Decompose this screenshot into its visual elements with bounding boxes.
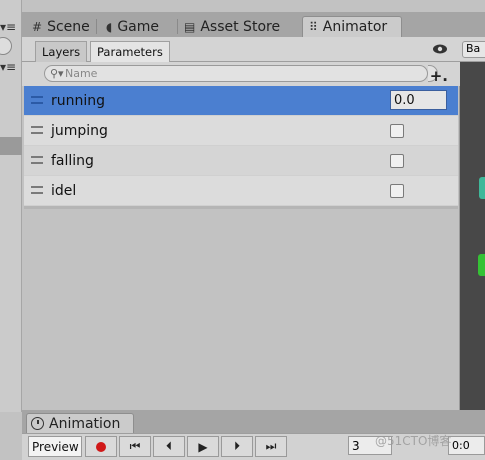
step-back-icon: ⏴ bbox=[165, 439, 172, 453]
play-icon: ▶ bbox=[198, 439, 208, 454]
parameter-name[interactable]: idel bbox=[51, 183, 76, 199]
first-keyframe-button[interactable]: ⏮ bbox=[119, 436, 151, 457]
tab-label: Scene bbox=[47, 18, 90, 35]
animation-tab-bar: Animation bbox=[22, 410, 485, 433]
pacman-icon: ◖ bbox=[106, 19, 113, 34]
next-keyframe-button[interactable]: ⏵ bbox=[221, 436, 253, 457]
editor-tab-bar: # Scene ◖ Game ▤ Asset Store ⠿ Animator bbox=[22, 12, 485, 37]
tab-scene[interactable]: # Scene bbox=[26, 16, 96, 37]
tab-animator[interactable]: ⠿ Animator bbox=[302, 16, 402, 37]
add-parameter-button[interactable]: +. bbox=[430, 67, 448, 85]
search-row: ⚲▾ Name +. bbox=[22, 62, 460, 86]
list-item[interactable]: idel bbox=[24, 176, 458, 206]
parameter-name[interactable]: jumping bbox=[51, 123, 108, 139]
tab-animation[interactable]: Animation bbox=[26, 413, 134, 433]
preview-button[interactable]: Preview bbox=[28, 436, 82, 457]
search-placeholder: Name bbox=[65, 67, 98, 80]
animator-icon: ⠿ bbox=[309, 20, 318, 34]
drag-handle-icon[interactable] bbox=[31, 96, 43, 104]
tab-parameters[interactable]: Parameters bbox=[90, 41, 170, 62]
tab-label: Animation bbox=[49, 415, 121, 432]
record-icon bbox=[96, 441, 106, 452]
step-forward-icon: ⏵ bbox=[233, 439, 240, 453]
menu-icon[interactable]: ▾≡ bbox=[0, 20, 16, 34]
bool-checkbox[interactable] bbox=[390, 184, 404, 198]
animator-parameters-panel: Layers Parameters ⚲▾ Name +. running 0.0… bbox=[22, 37, 460, 410]
tab-layers[interactable]: Layers bbox=[35, 41, 88, 62]
prev-keyframe-button[interactable]: ⏴ bbox=[153, 436, 185, 457]
preview-label: Preview bbox=[32, 439, 79, 454]
tab-asset-store[interactable]: ▤ Asset Store bbox=[178, 16, 286, 37]
list-item[interactable]: running 0.0 bbox=[24, 86, 458, 116]
drag-handle-icon[interactable] bbox=[31, 156, 43, 164]
state-node[interactable] bbox=[479, 177, 485, 199]
skip-end-icon: ⏭ bbox=[265, 439, 277, 453]
list-item[interactable]: jumping bbox=[24, 116, 458, 146]
last-keyframe-button[interactable]: ⏭ bbox=[255, 436, 287, 457]
clock-icon bbox=[31, 417, 44, 430]
drag-handle-icon[interactable] bbox=[31, 186, 43, 194]
parameter-list: running 0.0 jumping falling idel bbox=[24, 86, 458, 206]
skip-start-icon: ⏮ bbox=[129, 439, 141, 453]
breadcrumb[interactable]: Ba bbox=[462, 41, 485, 58]
drag-handle-icon[interactable] bbox=[31, 126, 43, 134]
tab-game[interactable]: ◖ Game bbox=[100, 16, 165, 37]
tab-label: Game bbox=[117, 18, 160, 35]
hierarchy-edge: ▾≡ ▾≡ bbox=[0, 0, 22, 412]
bool-checkbox[interactable] bbox=[390, 124, 404, 138]
eye-icon[interactable] bbox=[432, 42, 448, 56]
menu-icon[interactable]: ▾≡ bbox=[0, 60, 16, 74]
animator-subtabs: Layers Parameters bbox=[22, 37, 460, 62]
animator-graph[interactable]: Ba bbox=[460, 37, 485, 410]
parameter-name[interactable]: running bbox=[51, 93, 105, 109]
record-button[interactable] bbox=[85, 436, 117, 457]
tab-label: Layers bbox=[42, 45, 81, 59]
list-divider bbox=[24, 206, 458, 209]
time-value: 0:0 bbox=[452, 439, 470, 452]
store-icon: ▤ bbox=[184, 19, 196, 34]
bool-checkbox[interactable] bbox=[390, 154, 404, 168]
tab-label: Animator bbox=[322, 19, 388, 35]
entry-node[interactable] bbox=[478, 254, 485, 276]
frame-value: 3 bbox=[352, 438, 360, 453]
search-icon: ⚲▾ bbox=[50, 67, 64, 80]
watermark: @51CTO博客 bbox=[375, 434, 452, 448]
tab-label: Asset Store bbox=[200, 18, 281, 35]
play-button[interactable]: ▶ bbox=[187, 436, 219, 457]
grid-icon: # bbox=[32, 19, 43, 34]
list-item[interactable]: falling bbox=[24, 146, 458, 176]
tab-label: Parameters bbox=[97, 45, 163, 59]
graph-header: Ba bbox=[460, 37, 485, 62]
timeline-time[interactable]: 0:0 bbox=[448, 436, 485, 455]
search-field-edge[interactable] bbox=[0, 37, 12, 55]
parameter-search-input[interactable]: ⚲▾ Name bbox=[44, 65, 428, 82]
selected-row-edge[interactable] bbox=[0, 137, 22, 155]
parameter-name[interactable]: falling bbox=[51, 153, 94, 169]
float-value-field[interactable]: 0.0 bbox=[390, 90, 447, 110]
